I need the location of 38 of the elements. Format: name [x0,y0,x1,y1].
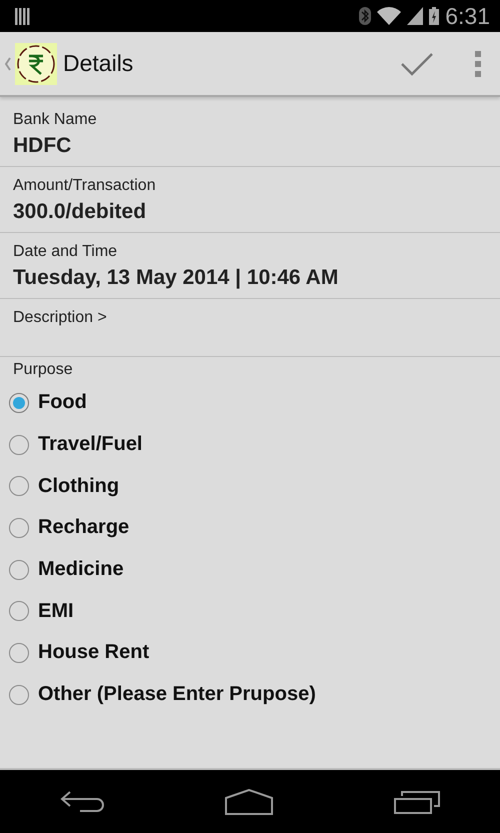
back-arrow-icon [60,788,104,814]
radio-option[interactable]: Medicine [9,548,124,590]
radio-option[interactable]: Food [9,382,87,424]
radio-option[interactable]: Recharge [9,507,130,549]
screen-title: Details [63,50,134,77]
clock-time: 6:31 [445,2,490,30]
radio-button[interactable] [9,642,29,663]
radio-option[interactable]: House Rent [9,632,150,674]
caret-icon [5,56,11,70]
radio-option[interactable]: Other (Please Enter Prupose) [9,674,316,716]
checkmark-icon [401,52,433,76]
radio-button[interactable] [9,684,29,705]
field-label: Amount/Transaction [13,177,156,195]
home-icon [224,788,273,814]
field-value: Tuesday, 13 May 2014 | 10:46 AM [13,266,338,290]
field-label: Bank Name [13,111,97,129]
wifi-icon [377,7,402,25]
radio-button[interactable] [9,392,29,413]
battery-icon [429,7,440,25]
radio-option[interactable]: EMI [9,590,74,632]
radio-button[interactable] [9,560,29,580]
field-label: Date and Time [13,243,118,261]
radio-button[interactable] [9,518,29,538]
field-value: 300.0/debited [13,200,146,224]
radio-button[interactable] [9,434,29,455]
radio-button[interactable] [9,476,29,496]
radio-button[interactable] [9,601,29,622]
rupee-logo-icon [15,42,57,84]
radio-option[interactable]: Clothing [9,465,120,508]
field-value: HDFC [13,134,72,158]
menu-icon [475,50,481,76]
bluetooth-icon [359,7,372,25]
purpose-label: Purpose [13,361,73,379]
description-link[interactable]: Description > [13,309,107,327]
recent-apps-icon [394,790,440,814]
radio-option[interactable]: Travel/Fuel [9,424,142,466]
signal-icon [407,7,424,25]
notification-icon [15,8,31,24]
